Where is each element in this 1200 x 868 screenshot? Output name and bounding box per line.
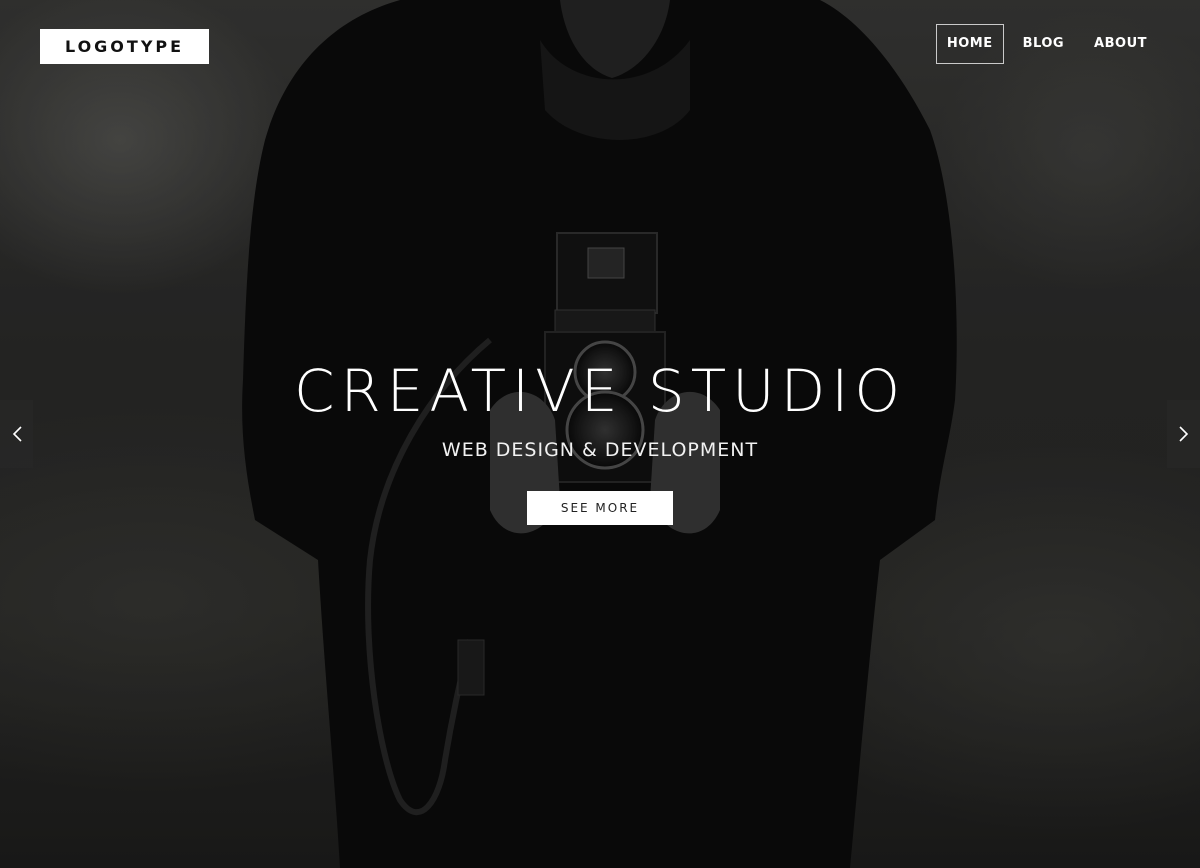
- nav-item-about[interactable]: ABOUT: [1083, 24, 1158, 64]
- logo[interactable]: LOGOTYPE: [40, 29, 209, 64]
- slider-next-button[interactable]: [1167, 400, 1200, 468]
- hero-title: CREATIVE STUDIO: [293, 357, 907, 425]
- chevron-left-icon: [12, 426, 22, 442]
- hero-subtitle: WEB DESIGN & DEVELOPMENT: [441, 439, 759, 461]
- slider-prev-button[interactable]: [0, 400, 33, 468]
- nav-item-blog[interactable]: BLOG: [1012, 24, 1075, 64]
- hero-slider: LOGOTYPE HOME BLOG ABOUT CREATIVE STUDIO…: [0, 0, 1200, 868]
- main-nav: HOME BLOG ABOUT: [928, 24, 1158, 64]
- nav-item-home[interactable]: HOME: [935, 24, 1004, 64]
- chevron-right-icon: [1178, 426, 1188, 442]
- see-more-button[interactable]: SEE MORE: [527, 491, 673, 525]
- hero-content: CREATIVE STUDIO WEB DESIGN & DEVELOPMENT…: [0, 355, 1200, 525]
